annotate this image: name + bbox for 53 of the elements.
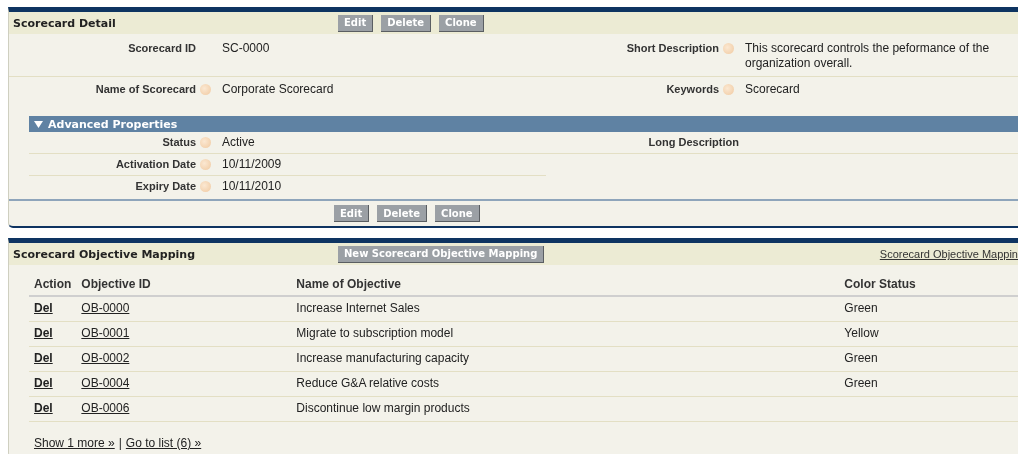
delete-link[interactable]: Del [34, 301, 53, 315]
objective-name: Increase manufacturing capacity [296, 351, 470, 365]
panel-title: Scorecard Detail [12, 16, 117, 30]
delete-link[interactable]: Del [34, 376, 53, 390]
objective-name: Reduce G&A relative costs [296, 376, 440, 390]
delete-link[interactable]: Del [34, 351, 53, 365]
field-value: 10/11/2010 [222, 179, 282, 193]
help-icon[interactable] [200, 137, 211, 148]
color-status: Green [844, 301, 878, 315]
objective-link[interactable]: OB-0004 [81, 376, 130, 390]
field-label: Long Description [648, 135, 739, 150]
help-icon[interactable] [723, 84, 734, 95]
panel-title: Scorecard Objective Mapping [12, 247, 196, 261]
objective-name: Migrate to subscription model [296, 326, 454, 340]
field-value: This scorecard controls the peformance of the organization overall. [745, 41, 990, 70]
objective-link[interactable]: OB-0000 [81, 301, 130, 315]
field-label: Activation Date [115, 157, 196, 172]
show-more-link[interactable]: Show 1 more » [34, 436, 115, 450]
color-status: Yellow [844, 326, 879, 340]
field-value: Active [222, 135, 255, 149]
help-icon[interactable] [200, 159, 211, 170]
help-link[interactable]: Scorecard Objective Mappin [879, 248, 1018, 260]
objective-link[interactable]: OB-0001 [81, 326, 130, 340]
help-icon[interactable] [723, 43, 734, 54]
field-label: Scorecard ID [128, 41, 196, 56]
field-label: Name of Scorecard [95, 82, 196, 97]
field-label: Keywords [666, 82, 719, 97]
section-title: Advanced Properties [48, 117, 178, 131]
objective-name: Discontinue low margin products [296, 401, 470, 415]
field-value: Scorecard [745, 82, 800, 96]
objective-name: Increase Internet Sales [296, 301, 420, 315]
help-icon[interactable] [200, 84, 211, 95]
help-icon[interactable] [200, 181, 211, 192]
triangle-icon [34, 120, 43, 128]
section-header[interactable]: Advanced Properties [29, 116, 1018, 132]
go-to-list-link[interactable]: Go to list (6) » [125, 436, 202, 450]
delete-link[interactable]: Del [34, 326, 53, 340]
field-label: Status [162, 135, 196, 150]
separator: | [118, 436, 122, 450]
column-header: Name of Objective [291, 273, 840, 296]
column-header: Objective ID [76, 273, 292, 296]
column-header: Color Status [839, 273, 1018, 296]
delete-link[interactable]: Del [34, 401, 53, 415]
column-header: Action [29, 273, 77, 296]
field-value: Corporate Scorecard [222, 82, 334, 96]
objective-link[interactable]: OB-0002 [81, 351, 130, 365]
field-label: Short Description [626, 41, 719, 56]
field-value: SC-0000 [222, 41, 270, 55]
field-value: 10/11/2009 [222, 157, 282, 171]
color-status: Green [844, 351, 878, 365]
objective-link[interactable]: OB-0006 [81, 401, 130, 415]
color-status: Green [844, 376, 878, 390]
field-label: Expiry Date [135, 179, 196, 194]
